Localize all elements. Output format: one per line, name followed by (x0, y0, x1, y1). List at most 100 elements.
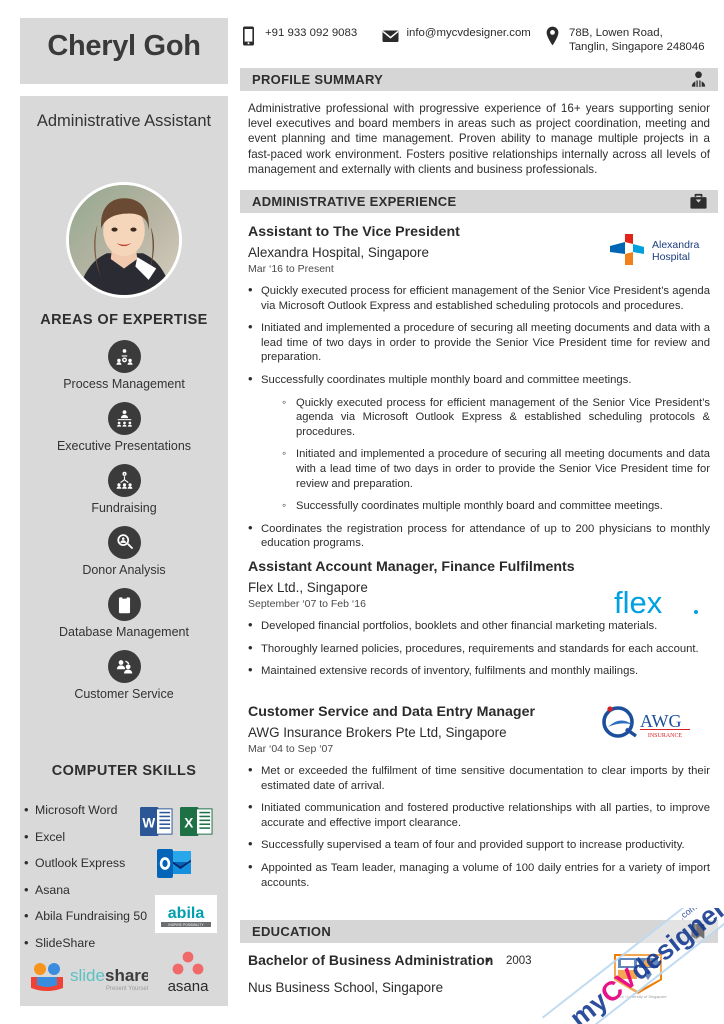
microsoft-excel-logo: X (180, 805, 213, 838)
expertise-item-customer-service[interactable]: Customer Service (20, 650, 228, 701)
job-bullet: Coordinates the registration process for… (248, 521, 710, 551)
abila-logo: abila INSPIRE POSSIBILITY (155, 895, 217, 933)
contact-phone[interactable]: +91 933 092 9083 (240, 26, 382, 46)
expertise-item-label: Fundraising (91, 501, 157, 515)
donor-analysis-icon (107, 526, 141, 559)
expertise-item-fundraising[interactable]: $ Fundraising (20, 464, 228, 515)
svg-text:W: W (142, 815, 155, 830)
job-bullet: Appointed as Team leader, managing a vol… (248, 860, 710, 890)
svg-text:National University of Singapo: National University of Singapore (609, 994, 667, 999)
process-management-icon (107, 340, 141, 373)
computer-skills-heading: COMPUTER SKILLS (51, 763, 197, 779)
education-separator: • (485, 952, 491, 969)
name-divider (38, 91, 188, 93)
section-title: ADMINISTRATIVE EXPERIENCE (252, 194, 457, 209)
job-sub-bullet: Successfully coordinates multiple monthl… (282, 498, 710, 514)
svg-text:Present Yourself: Present Yourself (106, 986, 148, 992)
expertise-item-process-management[interactable]: Process Management (20, 340, 228, 391)
section-header-education: EDUCATION (240, 920, 718, 943)
svg-text:share: share (105, 966, 148, 985)
computer-skills-list: Microsoft Word Excel Outlook Express Asa… (24, 802, 159, 962)
expertise-item-label: Executive Presentations (56, 439, 192, 453)
profile-summary-text: Administrative professional with progres… (248, 102, 710, 176)
book-icon (689, 922, 708, 941)
job-bullet: Initiated and implemented a procedure of… (248, 320, 710, 365)
svg-text:AWG: AWG (640, 711, 682, 731)
microsoft-word-logo: W (140, 805, 173, 838)
education-year: 2003 (506, 955, 532, 967)
svg-text:slide: slide (70, 966, 105, 985)
svg-text:asana: asana (168, 978, 210, 995)
expertise-item-label: Process Management (63, 377, 185, 391)
resume-page: Cheryl Goh Administrative Assistant AREA… (0, 0, 724, 1024)
customer-service-icon (107, 650, 141, 683)
job-bullet-text: Successfully coordinates multiple monthl… (261, 373, 632, 386)
database-management-icon (107, 588, 141, 621)
expertise-heading: AREAS OF EXPERTISE (40, 312, 208, 328)
microsoft-outlook-logo (157, 848, 191, 879)
contact-address: 78B, Lowen Road, Tanglin, Singapore 2480… (544, 26, 710, 54)
expertise-list: Process Management Executive Presentatio… (20, 340, 228, 712)
expertise-item-database-management[interactable]: Database Management (20, 588, 228, 639)
contact-email[interactable]: info@mycvdesigner.com (382, 26, 544, 46)
phone-number: +91 933 092 9083 (265, 27, 358, 39)
svg-text:INSURANCE: INSURANCE (648, 733, 683, 739)
job-dates: Mar ‘04 to Sep ‘07 (248, 743, 334, 755)
job-bullet-list: Developed financial portfolios, booklets… (248, 618, 710, 679)
education-school: Nus Business School, Singapore (248, 980, 444, 995)
expertise-item-label: Customer Service (74, 687, 174, 701)
page-title: Cheryl Goh (47, 30, 201, 62)
job-bullet: Maintained extensive records of inventor… (248, 663, 710, 679)
job-bullet: Quickly executed process for efficient m… (248, 283, 710, 313)
experience-entry-2: Assistant Account Manager, Finance Fulfi… (248, 559, 710, 687)
job-sub-bullet: Initiated and implemented a procedure of… (282, 446, 710, 491)
svg-text:INSPIRE POSSIBILITY: INSPIRE POSSIBILITY (168, 923, 204, 927)
mobile-phone-icon (240, 26, 257, 46)
job-bullet: Successfully supervised a team of four a… (248, 837, 710, 853)
job-bullet-list: Quickly executed process for efficient m… (248, 283, 710, 551)
skill-item: Outlook Express (24, 855, 159, 870)
job-role: Assistant Account Manager, Finance Fulfi… (248, 559, 575, 575)
section-header-profile-summary: PROFILE SUMMARY (240, 68, 718, 91)
job-sub-bullet-list: Quickly executed process for efficient m… (282, 395, 710, 514)
job-title-subtitle: Administrative Assistant (36, 112, 212, 130)
job-bullet: Thoroughly learned policies, procedures,… (248, 641, 710, 657)
expertise-item-donor-analysis[interactable]: Donor Analysis (20, 526, 228, 577)
job-bullet: Initiated communication and fostered pro… (248, 800, 710, 830)
skill-item: SlideShare (24, 935, 159, 950)
job-sub-bullet: Quickly executed process for efficient m… (282, 395, 710, 440)
job-bullet-list: Met or exceeded the fulfilment of time s… (248, 763, 710, 890)
briefcase-icon (689, 192, 708, 211)
map-pin-icon (544, 26, 561, 46)
skill-item: Asana (24, 882, 159, 897)
fundraising-icon: $ (107, 464, 141, 497)
avatar (66, 182, 182, 298)
asana-logo: asana (155, 950, 221, 996)
job-bullet: Met or exceeded the fulfilment of time s… (248, 763, 710, 793)
slideshare-logo: slide share Present Yourself (28, 955, 150, 995)
job-bullet: Developed financial portfolios, booklets… (248, 618, 710, 634)
nus-logo: National University of Singapore (608, 950, 668, 1000)
section-title: EDUCATION (252, 924, 332, 939)
address-text: 78B, Lowen Road, Tanglin, Singapore 2480… (569, 27, 705, 53)
education-degree: Bachelor of Business Administration (248, 952, 494, 968)
svg-text:abila: abila (168, 905, 205, 922)
experience-entry-1: Assistant to The Vice President Alexandr… (248, 224, 710, 559)
expertise-item-executive-presentations[interactable]: Executive Presentations (20, 402, 228, 453)
awg-insurance-logo: AWG INSURANCE (600, 705, 700, 741)
envelope-icon (382, 26, 399, 46)
skill-item: Abila Fundraising 50 (24, 908, 159, 923)
person-icon (689, 70, 708, 89)
svg-text:Alexandra: Alexandra (652, 239, 699, 251)
job-bullet: Successfully coordinates multiple monthl… (248, 372, 710, 514)
section-header-administrative-experience: ADMINISTRATIVE EXPERIENCE (240, 190, 718, 213)
contact-bar: +91 933 092 9083 info@mycvdesigner.com 7… (240, 26, 710, 68)
section-title: PROFILE SUMMARY (252, 72, 384, 87)
email-address: info@mycvdesigner.com (406, 27, 531, 39)
flex-logo: flex (612, 585, 704, 620)
expertise-item-label: Donor Analysis (82, 563, 166, 577)
skill-item: Excel (24, 829, 159, 844)
executive-presentations-icon (107, 402, 141, 435)
alexandra-hospital-logo: Alexandra Hospital (600, 232, 704, 270)
expertise-item-label: Database Management (59, 625, 189, 639)
